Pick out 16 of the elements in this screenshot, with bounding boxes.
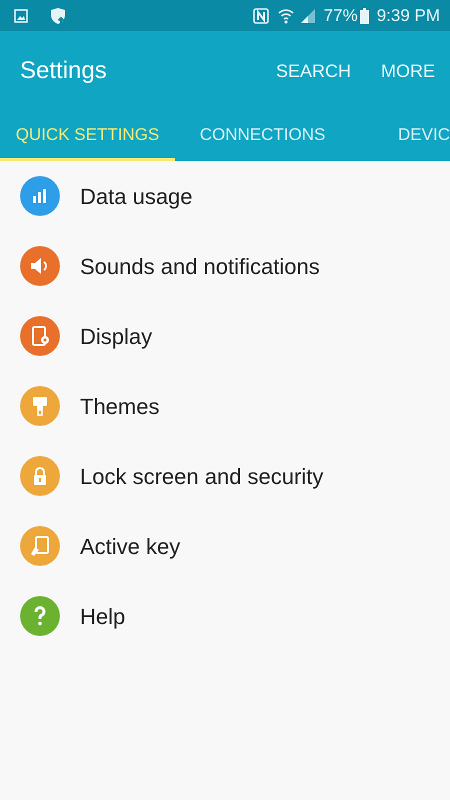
shield-icon: [50, 6, 68, 24]
clock: 9:39 PM: [376, 4, 440, 27]
screen-title: Settings: [20, 56, 108, 86]
settings-item[interactable]: Active key: [0, 511, 450, 581]
settings-item[interactable]: Lock screen and security: [0, 441, 450, 511]
wifi-icon: [276, 6, 295, 24]
battery-percent: 77%: [324, 4, 358, 27]
settings-item[interactable]: Themes: [0, 371, 450, 441]
settings-item[interactable]: Data usage: [0, 161, 450, 231]
gallery-icon: [14, 8, 28, 22]
settings-item[interactable]: Sounds and notifications: [0, 231, 450, 301]
signal-icon: [300, 8, 316, 22]
settings-item[interactable]: Display: [0, 301, 450, 371]
nfc-icon: [252, 8, 269, 24]
settings-item[interactable]: Help: [0, 581, 450, 651]
battery-icon: [360, 8, 369, 24]
